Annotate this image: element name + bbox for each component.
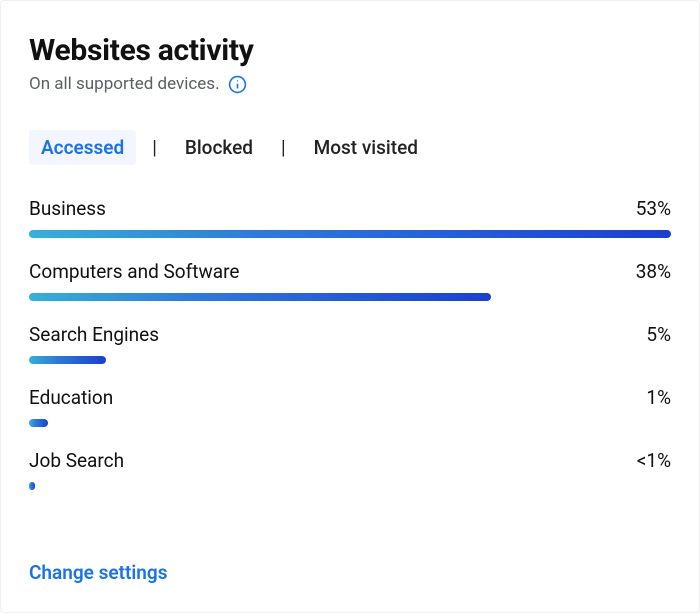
category-row: Job Search <1% xyxy=(29,449,671,490)
bar-fill xyxy=(29,230,671,238)
category-row: Education 1% xyxy=(29,386,671,427)
tab-separator: | xyxy=(281,136,286,159)
info-icon[interactable] xyxy=(228,75,247,94)
bar-track xyxy=(29,419,671,427)
bar-track xyxy=(29,482,671,490)
tabs: Accessed | Blocked | Most visited xyxy=(29,130,671,165)
tab-separator: | xyxy=(152,136,157,159)
tab-most-visited[interactable]: Most visited xyxy=(302,130,430,165)
category-row: Computers and Software 38% xyxy=(29,260,671,301)
bar-track xyxy=(29,293,671,301)
subtitle-text: On all supported devices. xyxy=(29,74,220,94)
bar-fill xyxy=(29,356,106,364)
category-percent: <1% xyxy=(637,449,671,472)
category-label: Search Engines xyxy=(29,323,159,346)
tab-accessed[interactable]: Accessed xyxy=(29,130,136,165)
category-label: Business xyxy=(29,197,106,220)
category-label: Job Search xyxy=(29,449,124,472)
change-settings-link[interactable]: Change settings xyxy=(29,561,167,584)
category-percent: 38% xyxy=(636,260,671,283)
bar-track xyxy=(29,230,671,238)
category-list: Business 53% Computers and Software 38% … xyxy=(29,197,671,490)
bar-fill xyxy=(29,293,491,301)
bar-fill xyxy=(29,482,35,490)
category-percent: 53% xyxy=(636,197,671,220)
category-percent: 1% xyxy=(646,386,671,409)
tab-blocked[interactable]: Blocked xyxy=(173,130,265,165)
category-percent: 5% xyxy=(646,323,671,346)
category-row: Search Engines 5% xyxy=(29,323,671,364)
websites-activity-card: Websites activity On all supported devic… xyxy=(0,0,700,613)
bar-track xyxy=(29,356,671,364)
category-label: Education xyxy=(29,386,113,409)
bar-fill xyxy=(29,419,48,427)
category-label: Computers and Software xyxy=(29,260,239,283)
page-title: Websites activity xyxy=(29,33,671,68)
subtitle-row: On all supported devices. xyxy=(29,74,671,94)
category-row: Business 53% xyxy=(29,197,671,238)
